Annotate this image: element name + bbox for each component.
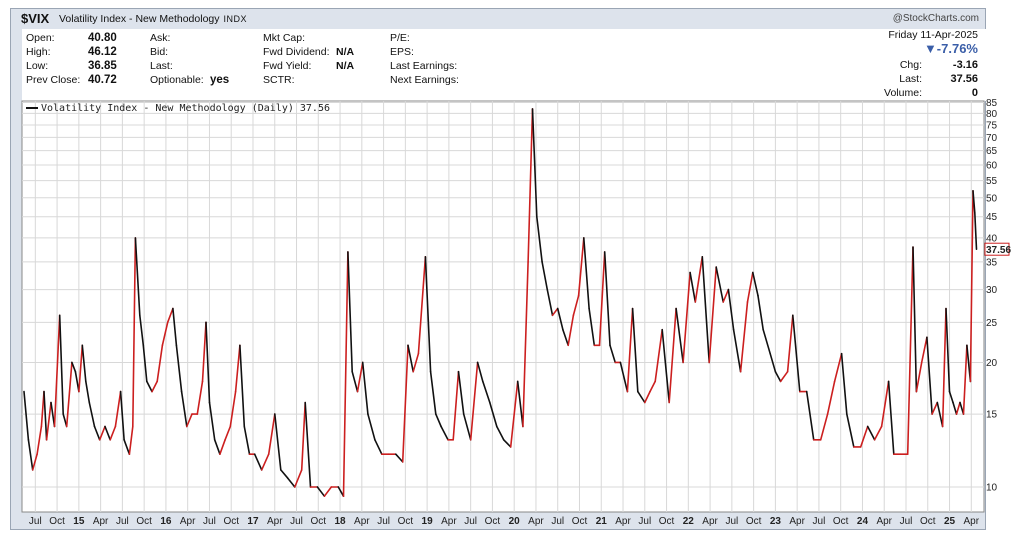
x-tick-label: Jul [29,516,42,527]
x-tick-label: 18 [334,516,346,527]
x-tick-label: Oct [572,516,588,527]
x-tick-label: Jul [900,516,913,527]
x-tick-label: Oct [223,516,239,527]
x-tick-label: Oct [746,516,762,527]
y-tick-label: 30 [986,285,998,296]
y-tick-label: 85 [986,98,998,109]
x-tick-label: 19 [422,516,434,527]
x-tick-label: Apr [93,516,109,527]
x-tick-label: Jul [290,516,303,527]
x-tick-label: Oct [49,516,65,527]
y-tick-label: 65 [986,146,998,157]
y-tick-label: 55 [986,176,998,187]
x-tick-label: Oct [398,516,414,527]
x-tick-label: 25 [944,516,956,527]
y-tick-label: 35 [986,257,998,268]
x-tick-label: 20 [509,516,521,527]
x-tick-label: Apr [702,516,718,527]
x-tick-label: Apr [267,516,283,527]
legend-text: Volatility Index - New Methodology (Dail… [41,103,330,114]
x-tick-label: Jul [638,516,651,527]
x-tick-label: Jul [377,516,390,527]
x-tick-label: Apr [528,516,544,527]
x-tick-label: Oct [920,516,936,527]
x-tick-label: Apr [180,516,196,527]
x-tick-label: Apr [615,516,631,527]
x-tick-label: Apr [789,516,805,527]
y-tick-label: 45 [986,212,998,223]
chart-legend: Volatility Index - New Methodology (Dail… [26,103,330,114]
x-tick-label: Oct [833,516,849,527]
y-tick-label: 15 [986,410,998,421]
price-chart: Jul Oct 15 Apr Jul Oct 16 Apr Jul Oct 17 Apr Jul Oct 1… [21,98,1011,527]
y-tick-label: 75 [986,120,998,131]
x-tick-label: 23 [770,516,782,527]
x-tick-label: Oct [136,516,152,527]
x-tick-label: Jul [116,516,129,527]
x-tick-label: 21 [596,516,608,527]
x-tick-label: 16 [160,516,172,527]
x-tick-label: 15 [73,516,85,527]
y-tick-label: 50 [986,193,998,204]
x-tick-label: Jul [551,516,564,527]
y-tick-label: 25 [986,318,998,329]
x-tick-label: Jul [464,516,477,527]
y-tick-label: 80 [986,109,998,120]
x-tick-label: Apr [964,516,980,527]
x-tick-label: Jul [725,516,738,527]
y-tick-label: 10 [986,482,998,493]
x-tick-label: Jul [813,516,826,527]
x-tick-label: 17 [247,516,259,527]
x-tick-label: Apr [876,516,892,527]
x-tick-label: Oct [659,516,675,527]
x-tick-label: 24 [857,516,869,527]
x-tick-label: 22 [683,516,695,527]
last-value-label: 37.56 [986,245,1011,256]
y-tick-label: 20 [986,358,998,369]
x-tick-label: Jul [203,516,216,527]
legend-swatch [26,107,38,109]
x-tick-label: Apr [441,516,457,527]
y-tick-label: 60 [986,161,998,172]
y-tick-label: 70 [986,133,998,144]
x-tick-label: Apr [354,516,370,527]
x-tick-label: Oct [311,516,327,527]
x-tick-label: Oct [485,516,501,527]
